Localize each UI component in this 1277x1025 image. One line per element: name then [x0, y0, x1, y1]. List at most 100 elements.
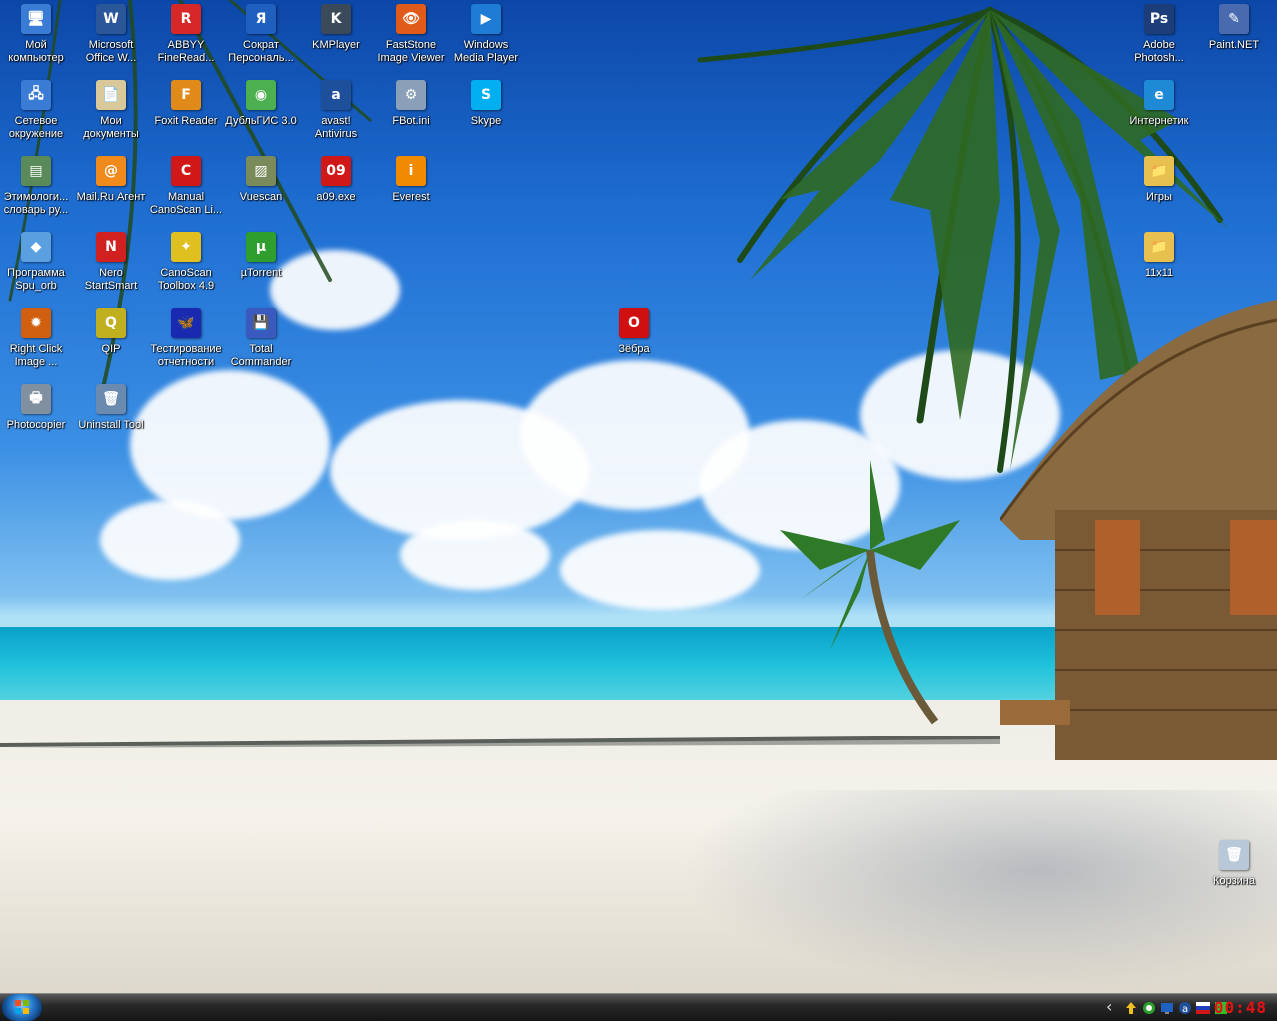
icon-label: Microsoft Office W... [85, 39, 137, 64]
icon-glyph: Я [246, 4, 276, 34]
etymology-icon[interactable]: ▤ Этимологи... словарь ру... [0, 154, 74, 217]
foxit-glyph-icon: F [169, 78, 203, 112]
network-tray-icon[interactable] [1160, 1001, 1174, 1015]
icon-label: KMPlayer [312, 39, 360, 51]
opera-icon[interactable]: O Зёбра [596, 306, 672, 356]
icon-label: Manual CanoScan Li... [149, 191, 223, 216]
canoscan-manual-icon[interactable]: C Manual CanoScan Li... [148, 154, 224, 217]
icon-glyph: ✦ [171, 232, 201, 262]
icon-glyph: N [96, 232, 126, 262]
mailru-glyph-icon: @ [94, 154, 128, 188]
small-palm [780, 460, 960, 725]
qip-tray-icon[interactable] [1142, 1001, 1156, 1015]
show-hidden-icons-button[interactable]: ‹ [1106, 997, 1120, 1016]
fbot-icon[interactable]: ⚙ FBot.ini [373, 78, 449, 128]
icon-label: ДубльГИС 3.0 [225, 115, 297, 127]
icon-label: avast! Antivirus [314, 115, 358, 140]
icon-label: FBot.ini [392, 115, 430, 127]
icon-glyph: 💾 [246, 308, 276, 338]
recycle-bin-glyph-icon: 🗑 [1217, 838, 1251, 872]
my-documents-icon[interactable]: 📄 Мои документы [73, 78, 149, 141]
avast-tray-icon[interactable]: a [1178, 1001, 1192, 1015]
canoscan-toolbox-icon[interactable]: ✦ CanoScan Toolbox 4.9 [148, 230, 224, 293]
testing-glyph-icon: 🦋 [169, 306, 203, 340]
icon-label: Nero StartSmart [84, 267, 138, 292]
icon-label: Сократ Персональ... [228, 39, 294, 64]
photoshop-icon[interactable]: Ps Adobe Photosh... [1121, 2, 1197, 65]
dublgis-glyph-icon: ◉ [244, 78, 278, 112]
icon-glyph: 🖶 [21, 384, 51, 414]
skype-icon[interactable]: S Skype [448, 78, 524, 128]
faststone-icon[interactable]: 👁 FastStone Image Viewer [373, 2, 449, 65]
icon-label: 11x11 [1144, 267, 1174, 279]
icon-glyph: Ps [1144, 4, 1174, 34]
a09-icon[interactable]: 09 a09.exe [298, 154, 374, 204]
folder-11x11-icon[interactable]: 📁 11x11 [1121, 230, 1197, 280]
utorrent-icon[interactable]: µ µTorrent [223, 230, 299, 280]
icon-glyph: W [96, 4, 126, 34]
start-button[interactable] [2, 994, 42, 1021]
mailru-icon[interactable]: @ Mail.Ru Агент [73, 154, 149, 204]
icon-label: a09.exe [316, 191, 356, 203]
sokrat-glyph-icon: Я [244, 2, 278, 36]
icon-label: Foxit Reader [154, 115, 218, 127]
windows-logo-icon [15, 1000, 29, 1014]
testing-icon[interactable]: 🦋 Тестирование отчетности [148, 306, 224, 369]
faststone-glyph-icon: 👁 [394, 2, 428, 36]
update-arrow-icon[interactable] [1124, 1001, 1138, 1015]
spu-orb-icon[interactable]: ◆ Программа Spu_orb [0, 230, 74, 293]
language-ru-icon[interactable] [1196, 1001, 1210, 1015]
taskbar: ‹ a 00:48 [0, 993, 1277, 1021]
nero-glyph-icon: N [94, 230, 128, 264]
icon-label: Программа Spu_orb [7, 267, 65, 292]
avast-icon[interactable]: a avast! Antivirus [298, 78, 374, 141]
fbot-glyph-icon: ⚙ [394, 78, 428, 112]
dublgis-icon[interactable]: ◉ ДубльГИС 3.0 [223, 78, 299, 128]
my-computer-glyph-icon: 🖥 [19, 2, 53, 36]
wmp-glyph-icon: ▶ [469, 2, 503, 36]
everest-icon[interactable]: i Everest [373, 154, 449, 204]
icon-glyph: ✎ [1219, 4, 1249, 34]
games-folder-icon[interactable]: 📁 Игры [1121, 154, 1197, 204]
ie-icon[interactable]: e Интернетик [1121, 78, 1197, 128]
sokrat-icon[interactable]: Я Сократ Персональ... [223, 2, 299, 65]
icon-glyph: 🗑 [1219, 840, 1249, 870]
taskbar-clock[interactable]: 00:48 [1214, 998, 1267, 1017]
icon-glyph: C [171, 156, 201, 186]
vuescan-icon[interactable]: ▨ Vuescan [223, 154, 299, 204]
icon-label: Total Commander [230, 343, 292, 368]
rightclick-image-icon[interactable]: ✹ Right Click Image ... [0, 306, 74, 369]
total-commander-icon[interactable]: 💾 Total Commander [223, 306, 299, 369]
desktop-background[interactable]: 🖥 Мой компьютер W Microsoft Office W... R ABB… [0, 0, 1277, 993]
foxit-icon[interactable]: F Foxit Reader [148, 78, 224, 128]
kmplayer-icon[interactable]: K KMPlayer [298, 2, 374, 52]
uninstall-tool-icon[interactable]: 🗑 Uninstall Tool [73, 382, 149, 432]
folder-11x11-glyph-icon: 📁 [1142, 230, 1176, 264]
abbyy-icon[interactable]: R ABBYY FineRead... [148, 2, 224, 65]
photocopier-glyph-icon: 🖶 [19, 382, 53, 416]
rightclick-image-glyph-icon: ✹ [19, 306, 53, 340]
photocopier-icon[interactable]: 🖶 Photocopier [0, 382, 74, 432]
icon-label: Корзина [1213, 875, 1255, 887]
qip-icon[interactable]: Q QIP [73, 306, 149, 356]
ms-office-icon[interactable]: W Microsoft Office W... [73, 2, 149, 65]
paintnet-icon[interactable]: ✎ Paint.NET [1196, 2, 1272, 52]
icon-label: Right Click Image ... [9, 343, 63, 368]
icon-glyph: ◉ [246, 80, 276, 110]
recycle-bin-icon[interactable]: 🗑 Корзина [1196, 838, 1272, 888]
icon-label: Everest [392, 191, 430, 203]
my-computer-icon[interactable]: 🖥 Мой компьютер [0, 2, 74, 65]
nero-icon[interactable]: N Nero StartSmart [73, 230, 149, 293]
icon-glyph: i [396, 156, 426, 186]
games-folder-glyph-icon: 📁 [1142, 154, 1176, 188]
icon-glyph: 09 [321, 156, 351, 186]
canoscan-manual-glyph-icon: C [169, 154, 203, 188]
wmp-icon[interactable]: ▶ Windows Media Player [448, 2, 524, 65]
beach-hut [1000, 300, 1277, 760]
network-icon[interactable]: 🖧 Сетевое окружение [0, 78, 74, 141]
icon-label: Сетевое окружение [8, 115, 64, 140]
icon-glyph: F [171, 80, 201, 110]
icon-label: ABBYY FineRead... [157, 39, 215, 64]
icon-glyph: 🗑 [96, 384, 126, 414]
icon-label: Adobe Photosh... [1134, 39, 1184, 64]
